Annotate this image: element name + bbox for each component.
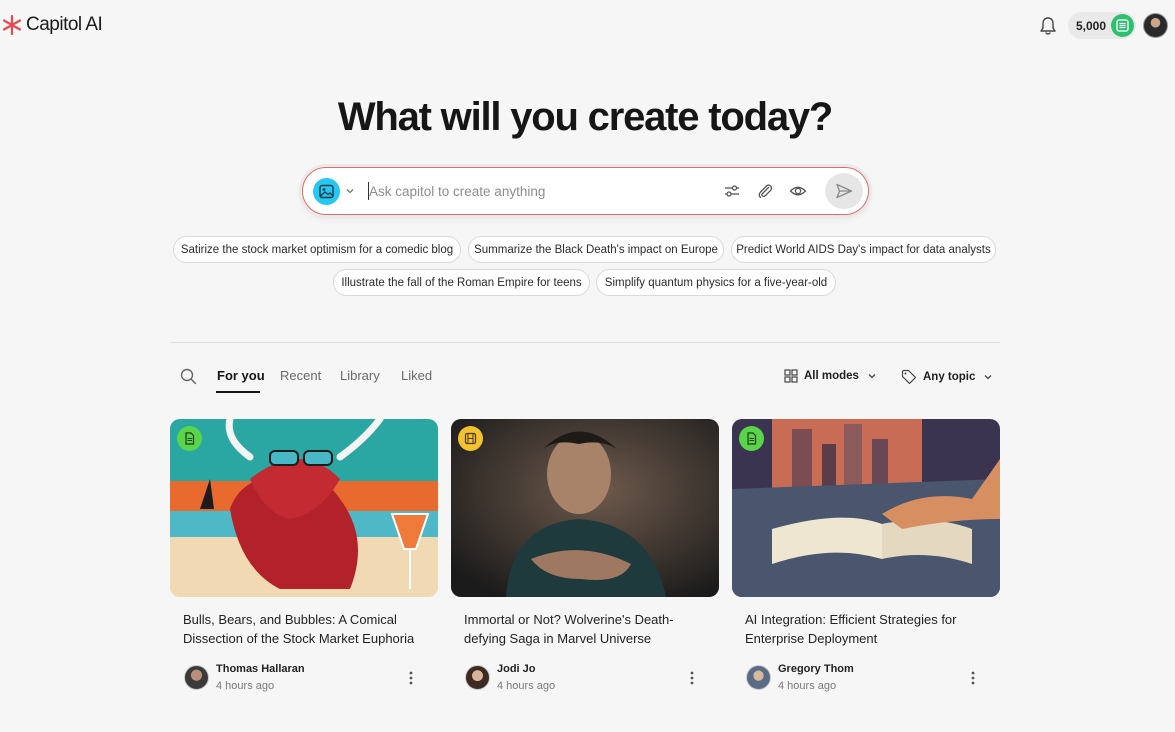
film-icon [458,426,483,451]
document-icon [177,426,202,451]
suggestion-chip[interactable]: Illustrate the fall of the Roman Empire … [333,269,590,296]
content-card[interactable]: AI Integration: Efficient Strategies for… [732,419,1000,692]
grid-icon [784,369,798,383]
coins-icon [1111,14,1134,37]
content-card[interactable]: Immortal or Not? Wolverine's Death-defyi… [451,419,719,692]
prompt-input[interactable] [369,179,699,203]
user-avatar[interactable] [1143,13,1168,38]
notifications-bell-icon[interactable] [1039,16,1057,36]
top-bar: Capitol AI 5,000 [0,0,1175,52]
search-icon[interactable] [180,368,197,385]
suggestion-chip[interactable]: Simplify quantum physics for a five-year… [596,269,836,296]
app-name: Capitol AI [26,14,103,35]
card-thumbnail-wolverine[interactable] [451,419,719,597]
tab-library[interactable]: Library [340,368,380,383]
logo[interactable]: Capitol AI [2,14,103,36]
credits-count: 5,000 [1076,18,1107,33]
topic-filter[interactable]: Any topic [901,369,995,385]
topic-filter-label: Any topic [923,371,976,383]
card-timestamp: 4 hours ago [497,680,556,692]
image-mode-button[interactable] [313,178,340,205]
author-avatar[interactable] [465,665,490,690]
tag-icon [901,369,917,385]
card-author[interactable]: Thomas Hallaran [216,663,305,675]
send-button[interactable] [825,173,863,209]
settings-sliders-icon[interactable] [723,182,741,200]
section-divider [170,342,1000,343]
card-timestamp: 4 hours ago [216,680,275,692]
tab-recent[interactable]: Recent [280,368,321,383]
active-tab-indicator [216,391,260,393]
document-icon [739,426,764,451]
eye-icon[interactable] [789,182,807,200]
tab-for-you[interactable]: For you [217,368,265,383]
content-card[interactable]: Bulls, Bears, and Bubbles: A Comical Dis… [170,419,438,692]
modes-filter-label: All modes [804,370,859,382]
card-title[interactable]: AI Integration: Efficient Strategies for… [745,610,990,648]
card-thumbnail-ai-city[interactable] [732,419,1000,597]
more-options-icon[interactable] [408,670,414,686]
paperclip-icon[interactable] [756,182,774,200]
capitol-star-icon [2,15,22,35]
chevron-down-icon[interactable] [345,186,355,196]
suggestion-chip[interactable]: Summarize the Black Death's impact on Eu… [468,236,724,263]
suggestion-chip[interactable]: Satirize the stock market optimism for a… [173,236,461,263]
suggestion-chip[interactable]: Predict World AIDS Day's impact for data… [731,236,996,263]
card-title[interactable]: Bulls, Bears, and Bubbles: A Comical Dis… [183,610,428,648]
card-author[interactable]: Gregory Thom [778,663,854,675]
credits-balance[interactable]: 5,000 [1068,12,1136,39]
image-icon [319,184,334,199]
prompt-box [302,167,869,215]
card-title[interactable]: Immortal or Not? Wolverine's Death-defyi… [464,610,709,648]
card-thumbnail-bull[interactable] [170,419,438,597]
chevron-down-icon [984,375,992,380]
more-options-icon[interactable] [970,670,976,686]
modes-filter[interactable]: All modes [784,369,879,383]
page-title: What will you create today? [337,95,834,139]
card-timestamp: 4 hours ago [778,680,837,692]
chevron-down-icon [868,374,876,379]
tab-liked[interactable]: Liked [401,368,432,383]
author-avatar[interactable] [746,665,771,690]
author-avatar[interactable] [184,665,209,690]
more-options-icon[interactable] [689,670,695,686]
send-icon [836,183,853,199]
card-author[interactable]: Jodi Jo [497,663,536,675]
